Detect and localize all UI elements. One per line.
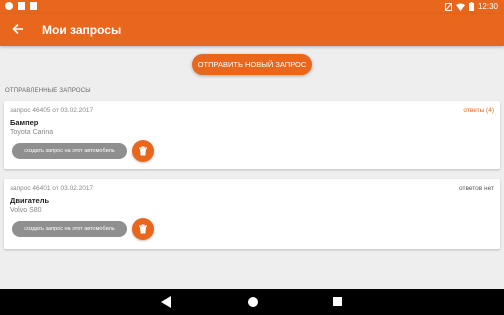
no-sim-icon bbox=[444, 2, 452, 11]
status-bar-notifications bbox=[5, 2, 37, 10]
delete-request-button[interactable] bbox=[132, 218, 154, 240]
send-new-request-button[interactable]: ОТПРАВИТЬ НОВЫЙ ЗАПРОС bbox=[192, 54, 312, 75]
back-arrow-icon[interactable] bbox=[12, 22, 24, 38]
create-request-for-car-button[interactable]: создать запрос на этот автомобиль bbox=[12, 143, 127, 159]
nav-back-icon[interactable] bbox=[161, 296, 171, 308]
app-toolbar: Мои запросы bbox=[0, 14, 504, 46]
section-label: ОТПРАВЛЕННЫЕ ЗАПРОСЫ bbox=[5, 88, 91, 94]
cancel-sim-icon bbox=[30, 2, 37, 10]
request-car: Volvo S80 bbox=[10, 207, 42, 214]
request-card[interactable]: запрос 46401 от 03.02.2017 ответов нет Д… bbox=[4, 179, 500, 249]
trash-icon bbox=[139, 224, 147, 234]
sim-icon bbox=[18, 2, 25, 10]
battery-icon bbox=[468, 2, 474, 11]
status-bar-system: 12:30 bbox=[444, 2, 498, 11]
status-bar: 12:30 bbox=[0, 0, 504, 14]
request-meta: запрос 46401 от 03.02.2017 bbox=[10, 185, 94, 192]
wifi-icon bbox=[455, 3, 465, 11]
notification-dot-icon bbox=[5, 2, 13, 10]
status-time: 12:30 bbox=[477, 2, 498, 11]
request-meta: запрос 46405 от 03.02.2017 bbox=[10, 107, 94, 114]
nav-recents-icon[interactable] bbox=[333, 297, 342, 306]
request-car: Toyota Carina bbox=[10, 129, 54, 136]
system-navigation-bar bbox=[0, 289, 504, 315]
request-answers-link[interactable]: ответы (4) bbox=[463, 107, 494, 114]
request-part-title: Двигатель bbox=[10, 196, 50, 205]
delete-request-button[interactable] bbox=[132, 140, 154, 162]
create-request-for-car-button[interactable]: создать запрос на этот автомобиль bbox=[12, 221, 127, 237]
trash-icon bbox=[139, 146, 147, 156]
page-title: Мои запросы bbox=[42, 23, 122, 37]
nav-home-icon[interactable] bbox=[248, 297, 258, 307]
request-part-title: Бампер bbox=[10, 118, 39, 127]
request-card[interactable]: запрос 46405 от 03.02.2017 ответы (4) Ба… bbox=[4, 101, 500, 169]
request-no-answers: ответов нет bbox=[459, 185, 494, 192]
